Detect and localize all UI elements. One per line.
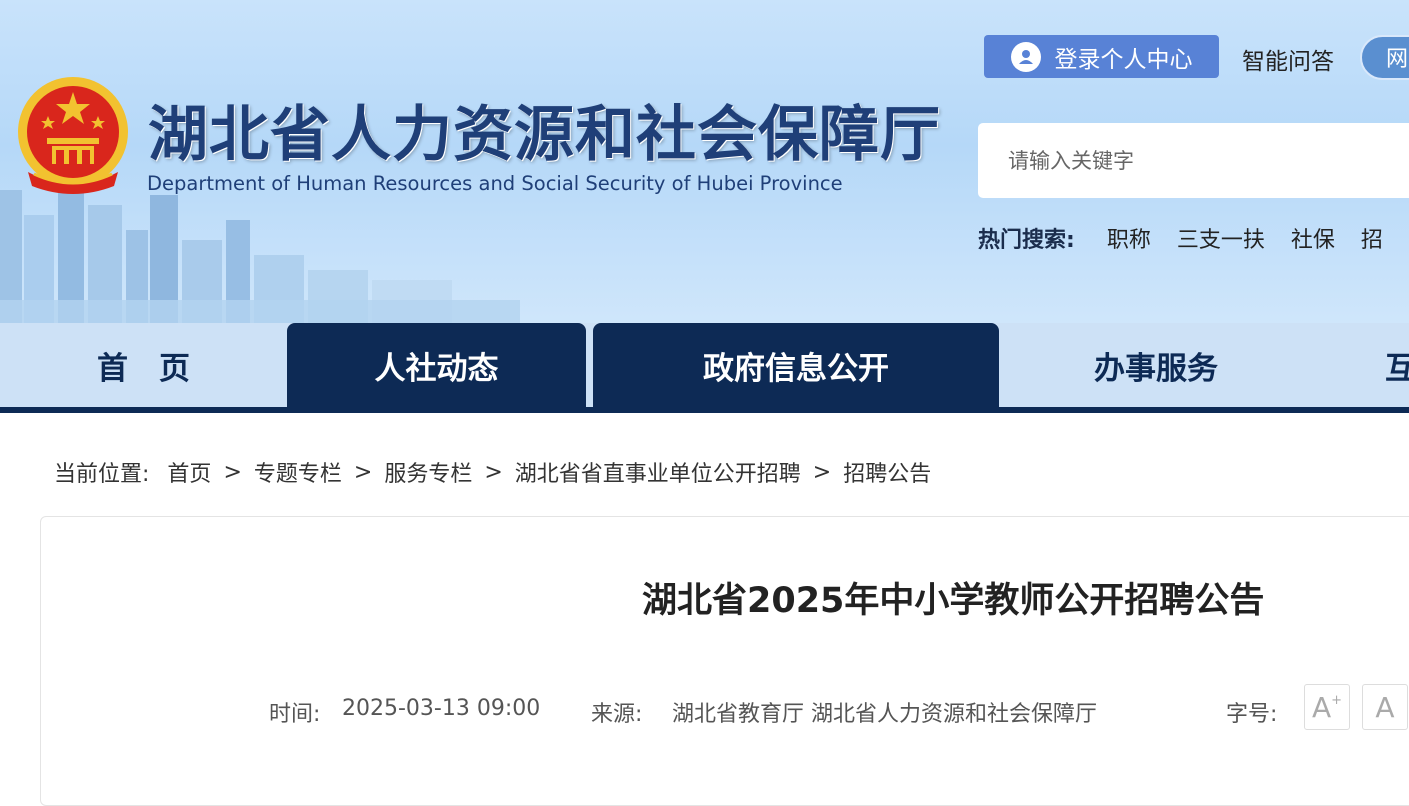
font-larger-plus: + [1331, 692, 1343, 708]
source-value: 湖北省教育厅 湖北省人力资源和社会保障厅 [672, 702, 1097, 727]
article-card [40, 516, 1409, 806]
font-default-button[interactable]: A [1362, 684, 1408, 730]
login-button-label: 登录个人中心 [1054, 46, 1193, 73]
search-input[interactable] [978, 123, 1409, 198]
font-larger-button[interactable]: A + [1304, 684, 1350, 730]
time-value: 2025-03-13 09:00 [342, 696, 541, 721]
hot-search-item-zhao[interactable]: 招 [1361, 222, 1383, 254]
nav-item-interaction[interactable]: 互 [1385, 323, 1409, 407]
national-emblem-icon [18, 77, 128, 194]
hot-search-item-zhicheng[interactable]: 职称 [1107, 222, 1151, 254]
article-title: 湖北省2025年中小学教师公开招聘公告 [642, 581, 1265, 621]
site-header: 湖北省人力资源和社会保障厅 Department of Human Resour… [0, 0, 1409, 323]
breadcrumb: 当前位置: 首页 > 专题专栏 > 服务专栏 > 湖北省省直事业单位公开招聘 >… [54, 456, 931, 488]
main-nav: 首 页 人社动态 政府信息公开 办事服务 互 [0, 323, 1409, 413]
breadcrumb-separator: > [812, 459, 832, 485]
login-personal-center-button[interactable]: 登录个人中心 [984, 35, 1219, 78]
breadcrumb-item-announcement[interactable]: 招聘公告 [843, 456, 931, 488]
breadcrumb-item-recruitment[interactable]: 湖北省省直事业单位公开招聘 [515, 456, 801, 488]
site-subtitle: Department of Human Resources and Social… [147, 172, 843, 195]
breadcrumb-item-service-column[interactable]: 服务专栏 [384, 456, 472, 488]
nav-item-hr-news[interactable]: 人社动态 [287, 323, 586, 407]
font-size-label: 字号: [1226, 702, 1278, 727]
nav-item-home[interactable]: 首 页 [0, 323, 287, 407]
breadcrumb-separator: > [484, 459, 503, 485]
nav-item-gov-info[interactable]: 政府信息公开 [593, 323, 999, 407]
breadcrumb-item-topics[interactable]: 专题专栏 [254, 456, 342, 488]
hot-search-item-sanzhiyifu[interactable]: 三支一扶 [1177, 222, 1265, 254]
header-pill-button[interactable]: 网 [1360, 35, 1409, 80]
hot-search-bar: 热门搜索: 职称 三支一扶 社保 招 [978, 222, 1409, 254]
time-label: 时间: [269, 702, 321, 727]
source-label: 来源: [591, 702, 643, 727]
site-title: 湖北省人力资源和社会保障厅 [148, 100, 941, 170]
user-icon [1010, 41, 1041, 72]
smart-qa-link[interactable]: 智能问答 [1242, 42, 1334, 76]
hot-search-label: 热门搜索: [978, 228, 1075, 253]
breadcrumb-separator: > [223, 459, 242, 485]
font-larger-glyph: A [1311, 690, 1332, 724]
breadcrumb-label: 当前位置: [54, 462, 150, 487]
breadcrumb-item-home[interactable]: 首页 [167, 456, 211, 488]
breadcrumb-separator: > [353, 459, 373, 485]
hot-search-item-shebao[interactable]: 社保 [1291, 222, 1335, 254]
nav-item-services[interactable]: 办事服务 [1006, 323, 1306, 407]
